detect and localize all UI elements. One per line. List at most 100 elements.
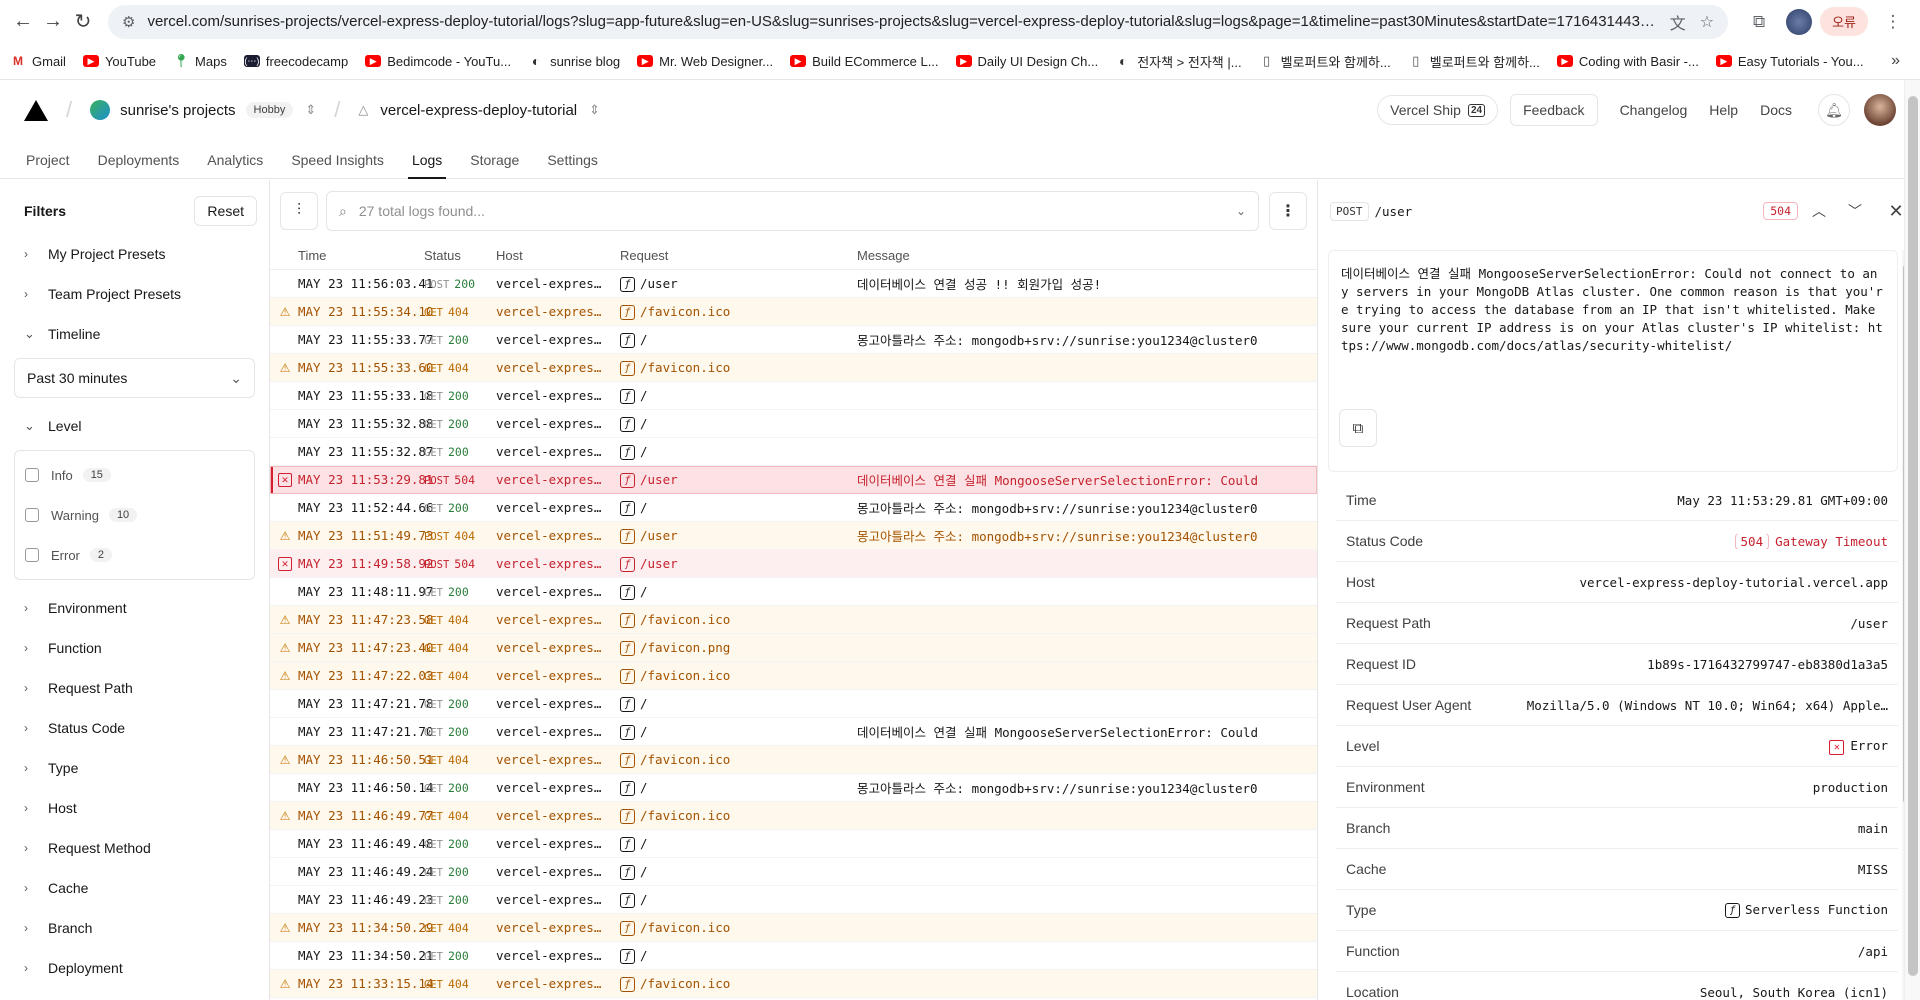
log-row[interactable]: MAY 23 11:47:21.78 GET 200 vercel-expres… ƒ / [270,690,1317,718]
vercel-logo-icon[interactable] [24,99,48,121]
log-row[interactable]: MAY 23 11:46:49.23 GET 200 vercel-expres… ƒ / [270,886,1317,914]
log-row[interactable]: MAY 23 11:52:44.66 GET 200 vercel-expres… ƒ /… [270,494,1317,522]
log-row[interactable]: MAY 23 11:56:03.41 POST 200 vercel-expres… ƒ… [270,270,1317,298]
filter-branch[interactable]: › Branch [0,908,269,948]
filter-environment[interactable]: › Environment [0,588,269,628]
address-bar[interactable]: ⚙ vercel.com/sunrises-projects/vercel-ex… [108,4,1729,39]
log-row[interactable]: MAY 23 11:55:33.77 GET 200 vercel-expres… ƒ /… [270,326,1317,354]
tab-speed-insights[interactable]: Speed Insights [277,152,398,178]
log-row[interactable]: ⚠ MAY 23 11:46:50.51 GET 404 vercel-expres… ƒ… [270,746,1317,774]
log-row[interactable]: ⚠ MAY 23 11:51:49.73 POST 404 vercel-expres…… [270,522,1317,550]
bookmark-item[interactable]: ▶ Build ECommerce L... [790,54,939,69]
extensions-icon[interactable]: ⧉ [1744,7,1774,37]
log-row[interactable]: ⚠ MAY 23 11:46:49.77 GET 404 vercel-expres… ƒ… [270,802,1317,830]
log-row[interactable]: MAY 23 11:34:50.21 GET 200 vercel-expres… ƒ / [270,942,1317,970]
more-options-icon[interactable]: ⋮ [1269,192,1307,230]
user-avatar[interactable] [1864,94,1896,126]
tab-deployments[interactable]: Deployments [84,152,194,178]
bookmark-item[interactable]: ◐ 전자책 > 전자책 |... [1115,52,1242,71]
bookmark-item[interactable]: M Gmail [10,54,66,69]
log-row[interactable]: ✕ MAY 23 11:49:58.92 POST 504 vercel-expres…… [270,550,1317,578]
log-row[interactable]: MAY 23 11:46:49.24 GET 200 vercel-expres… ƒ / [270,858,1317,886]
team-switcher-icon[interactable]: ⇕ [305,102,316,118]
reset-filters-button[interactable]: Reset [194,196,257,226]
tab-settings[interactable]: Settings [533,152,612,178]
level-checkbox[interactable] [25,548,39,562]
reload-icon[interactable]: ↻ [68,7,98,37]
forward-icon[interactable]: → [38,7,68,37]
bookmark-item[interactable]: 📍︎ Maps [173,54,227,69]
notifications-bell-icon[interactable]: 🔔︎ [1818,94,1850,126]
help-link[interactable]: Help [1709,102,1738,118]
browser-menu-icon[interactable]: ⋮ [1878,7,1908,37]
project-name[interactable]: vercel-express-deploy-tutorial [380,102,577,119]
bookmark-item[interactable]: ▶ Easy Tutorials - You... [1715,54,1864,69]
bookmark-item[interactable]: ▶ Coding with Basir -... [1556,54,1699,69]
bookmark-star-icon[interactable]: ☆ [1700,12,1714,32]
logs-search-input[interactable]: ⌕ 27 total logs found... ⌄ [326,191,1259,231]
filter-timeline[interactable]: ⌄ Timeline [0,314,269,354]
filter-type[interactable]: › Type [0,748,269,788]
bookmark-item[interactable]: (⋯) freecodecamp [243,54,348,69]
browser-error-pill[interactable]: 오류 [1820,7,1868,36]
log-row[interactable]: MAY 23 11:46:50.14 GET 200 vercel-expres… ƒ /… [270,774,1317,802]
bookmark-item[interactable]: ▶ Mr. Web Designer... [637,54,773,69]
log-row[interactable]: MAY 23 11:46:49.48 GET 200 vercel-expres… ƒ / [270,830,1317,858]
profile-avatar[interactable] [1786,8,1813,35]
bookmark-item[interactable]: ▶ Bedimcode - YouTu... [365,54,511,69]
level-option-info[interactable]: Info 15 [15,455,254,495]
page-scrollbar[interactable] [1904,80,1920,1000]
filter-cache[interactable]: › Cache [0,868,269,908]
filter-my-project-presets[interactable]: › My Project Presets [0,234,269,274]
log-row[interactable]: ⚠ MAY 23 11:47:23.40 GET 404 vercel-expres… ƒ… [270,634,1317,662]
back-icon[interactable]: ← [8,7,38,37]
chevron-up-icon[interactable]: ︿ [1804,201,1834,221]
copy-icon[interactable]: ⧉ [1339,409,1377,447]
level-option-warning[interactable]: Warning 10 [15,495,254,535]
tab-project[interactable]: Project [12,152,84,178]
filter-request-method[interactable]: › Request Method [0,828,269,868]
filter-host[interactable]: › Host [0,788,269,828]
changelog-link[interactable]: Changelog [1620,102,1688,118]
log-row[interactable]: MAY 23 11:55:32.88 GET 200 vercel-expres… ƒ / [270,410,1317,438]
filter-team-project-presets[interactable]: › Team Project Presets [0,274,269,314]
site-info-icon[interactable]: ⚙ [122,13,135,31]
project-switcher-icon[interactable]: ⇕ [589,102,600,118]
level-checkbox[interactable] [25,508,39,522]
tab-logs[interactable]: Logs [398,152,456,179]
log-row[interactable]: MAY 23 11:47:21.70 GET 200 vercel-expres… ƒ /… [270,718,1317,746]
docs-link[interactable]: Docs [1760,102,1792,118]
timeline-select[interactable]: Past 30 minutes ⌄ [14,358,255,398]
bookmark-item[interactable]: ▯ 벨로퍼트와 함께하... [1259,52,1391,71]
filter-function[interactable]: › Function [0,628,269,668]
chevron-down-icon[interactable]: ⌄ [1236,204,1246,218]
tab-analytics[interactable]: Analytics [193,152,277,178]
filter-status-code[interactable]: › Status Code [0,708,269,748]
vercel-ship-button[interactable]: Vercel Ship 24 [1377,95,1499,125]
filter-request-path[interactable]: › Request Path [0,668,269,708]
level-option-error[interactable]: Error 2 [15,535,254,575]
sliders-icon[interactable]: ⫶ [280,192,318,230]
log-row[interactable]: ⚠ MAY 23 11:47:23.58 GET 404 vercel-expres… ƒ… [270,606,1317,634]
filter-level[interactable]: ⌄ Level [0,406,269,446]
bookmark-item[interactable]: ▶ Daily UI Design Ch... [955,54,1098,69]
team-name[interactable]: sunrise's projects [120,102,235,119]
log-row[interactable]: ⚠ MAY 23 11:55:34.10 GET 404 vercel-expres… ƒ… [270,298,1317,326]
tab-storage[interactable]: Storage [456,152,533,178]
log-row[interactable]: MAY 23 11:48:11.97 GET 200 vercel-expres… ƒ / [270,578,1317,606]
log-row[interactable]: MAY 23 11:55:33.18 GET 200 vercel-expres… ƒ / [270,382,1317,410]
log-row[interactable]: ⚠ MAY 23 11:47:22.03 GET 404 vercel-expres… ƒ… [270,662,1317,690]
log-row[interactable]: ⚠ MAY 23 11:55:33.60 GET 404 vercel-expres… ƒ… [270,354,1317,382]
level-checkbox[interactable] [25,468,39,482]
bookmark-item[interactable]: ▶ YouTube [82,54,156,69]
log-row[interactable]: MAY 23 11:55:32.87 GET 200 vercel-expres… ƒ / [270,438,1317,466]
log-row[interactable]: ✕ MAY 23 11:53:29.81 POST 504 vercel-expres…… [270,466,1317,494]
bookmark-item[interactable]: ▯ 벨로퍼트와 함께하... [1408,52,1540,71]
log-row[interactable]: ⚠ MAY 23 11:34:50.29 GET 404 vercel-expres… ƒ… [270,914,1317,942]
feedback-button[interactable]: Feedback [1510,94,1598,126]
bookmark-item[interactable]: ◐ sunrise blog [528,54,620,69]
chevron-down-icon[interactable]: ﹀ [1840,201,1870,221]
log-row[interactable]: ⚠ MAY 23 11:33:15.14 GET 404 vercel-expres… ƒ… [270,970,1317,998]
filter-deployment[interactable]: › Deployment [0,948,269,988]
translate-icon[interactable]: 文 [1670,10,1686,34]
